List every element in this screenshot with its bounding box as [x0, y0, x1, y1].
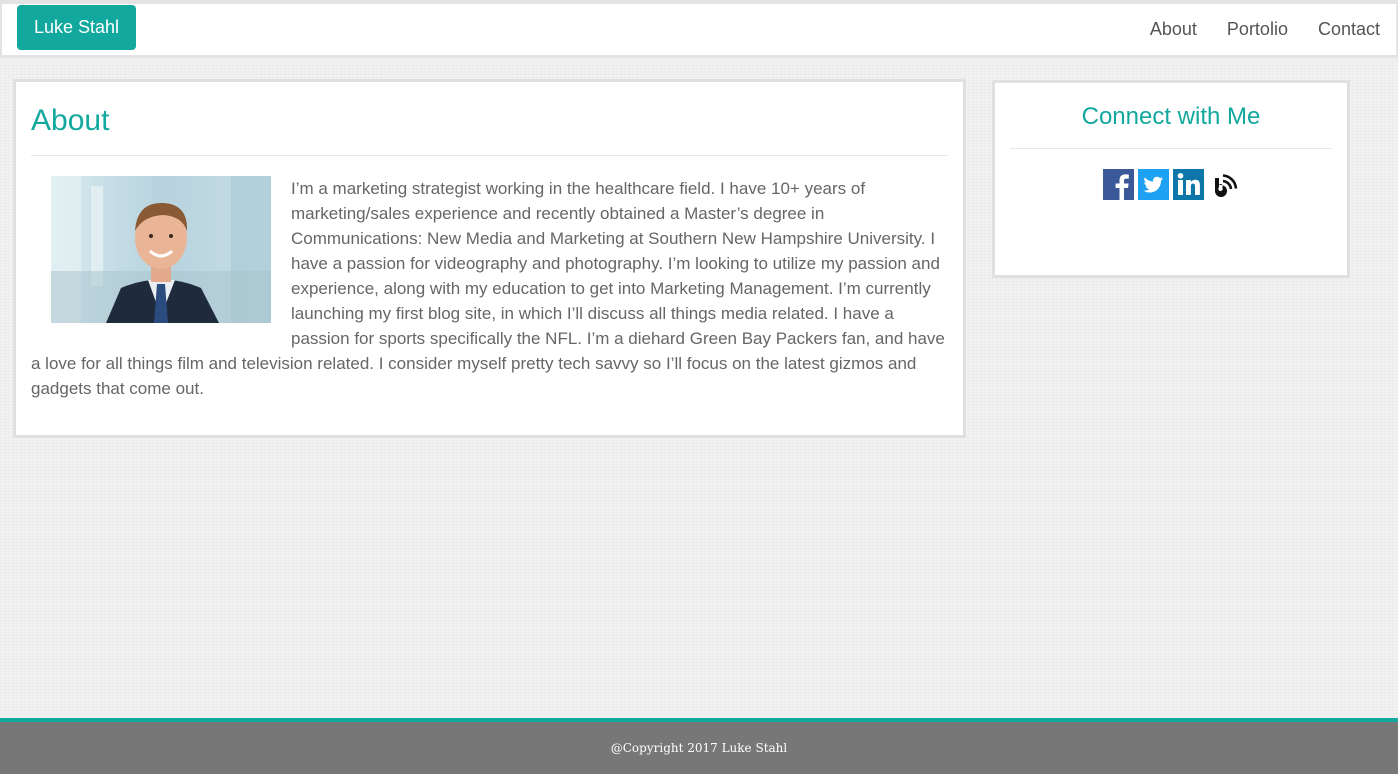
social-links [1010, 169, 1332, 200]
connect-divider [1010, 148, 1332, 149]
about-panel: About I’m a marketing strategist working… [13, 79, 966, 438]
nav-link-contact[interactable]: Contact [1318, 19, 1380, 39]
facebook-icon[interactable] [1103, 169, 1134, 200]
connect-heading: Connect with Me [1081, 103, 1261, 130]
about-heading: About [31, 104, 110, 137]
footer-copyright: @Copyright 2017 Luke Stahl [610, 741, 788, 755]
nav-menu: About Portolio Contact [1120, 4, 1380, 55]
nav-item-about: About [1150, 19, 1197, 40]
top-navbar: Luke Stahl About Portolio Contact [0, 0, 1398, 58]
nav-item-contact: Contact [1318, 19, 1380, 40]
about-divider [31, 155, 948, 156]
linkedin-icon[interactable] [1173, 169, 1204, 200]
nav-link-about[interactable]: About [1150, 19, 1197, 39]
blog-icon[interactable] [1208, 169, 1239, 200]
page-footer: @Copyright 2017 Luke Stahl [0, 718, 1398, 774]
profile-photo [51, 176, 271, 323]
twitter-icon[interactable] [1138, 169, 1169, 200]
nav-link-portfolio[interactable]: Portolio [1227, 19, 1288, 39]
connect-panel: Connect with Me [992, 80, 1350, 278]
nav-item-portfolio: Portolio [1227, 19, 1288, 40]
brand-button[interactable]: Luke Stahl [17, 5, 136, 50]
